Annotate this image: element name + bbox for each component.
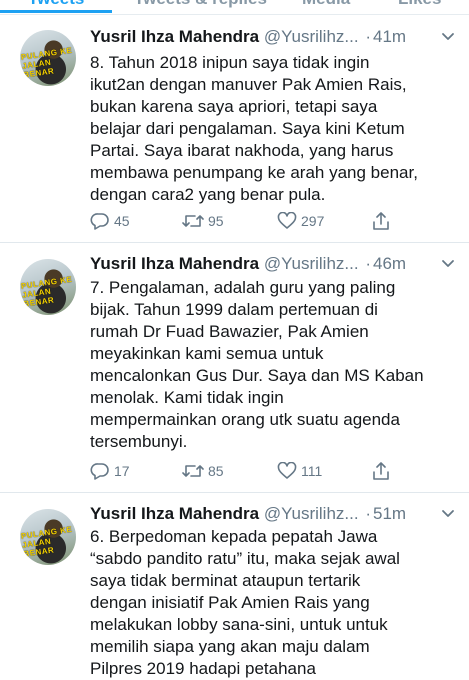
author-name[interactable]: Yusril Ihza Mahendra [90,254,259,273]
share-icon [373,462,389,480]
tweet-text-line: membawa penumpang ke arah yang benar, [90,163,418,182]
tweet-time[interactable]: 41m [373,27,406,46]
tweet-text: 8. Tahun 2018 inipun saya tidak ingin ik… [90,52,460,206]
author-handle[interactable]: @Yusrilihz... [264,27,359,46]
reply-icon [90,213,109,230]
tab-likes[interactable]: Likes [398,0,441,9]
author-name[interactable]: Yusril Ihza Mahendra [90,504,259,523]
tweet[interactable]: PULANG KE JALAN BENAR Yusril Ihza Mahend… [0,14,469,243]
tweet-text-line: melakukan lobby sana-sini, untuk untuk [90,615,388,634]
chevron-down-icon[interactable] [441,507,455,521]
separator-dot: · [365,504,371,523]
avatar-overlay-text: PULANG KE JALAN BENAR [20,45,73,80]
tweet-time[interactable]: 51m [373,504,406,523]
tweet-text-line: dengan cara2 yang benar pula. [90,185,326,204]
heart-icon [277,212,297,229]
tweet-text: 7. Pengalaman, adalah guru yang paling b… [90,277,460,453]
tweet-text-line: mencalonkan Gus Dur. Saya dan MS Kaban [90,366,424,385]
retweet-count: 85 [208,463,224,479]
tweet-text-line: meyakinkan kami semua untuk [90,344,324,363]
reply-count: 17 [114,463,130,479]
chevron-down-icon[interactable] [441,257,455,271]
retweet-icon [182,215,204,227]
tweet-text-line: belajar dari pengalaman. Saya kini Ketum [90,119,405,138]
tweet-text-line: menolak. Kami tidak ingin [90,388,284,407]
tweet-text-line: dengan inisiatif Pak Amien Rais yang [90,593,370,612]
tweet-text: 6. Berpedoman kepada pepatah Jawa “sabdo… [90,526,460,680]
tweet-text-line: Partai. Saya ibarat nakhoda, yang harus [90,141,394,160]
tab-media[interactable]: Media [302,0,350,9]
like-count: 297 [301,213,325,229]
retweet-count: 95 [208,213,224,229]
tweet-text-line: tersembunyi. [90,432,188,451]
tweet-text-line: bijak. Tahun 1999 dalam pertemuan di [90,300,378,319]
tweet-text-line: rumah Dr Fuad Bawazier, Pak Amien [90,322,369,341]
tweet-text-line: 6. Berpedoman kepada pepatah Jawa [90,527,378,546]
like-button[interactable]: 111 [277,460,322,482]
share-button[interactable] [372,460,390,482]
tweet[interactable]: PULANG KE JALAN BENAR Yusril Ihza Mahend… [0,243,469,493]
retweet-icon [182,465,204,477]
tweet-text-line: memilih siapa yang akan maju dalam [90,637,370,656]
avatar[interactable]: PULANG KE JALAN BENAR [20,509,76,565]
like-count: 111 [301,463,323,479]
tweet-text-line: “sabdo pandito ratu” itu, maka sejak awa… [90,549,400,568]
reply-count: 45 [114,213,130,229]
tweet-text-line: mempermainkan orang utk suatu agenda [90,410,400,429]
share-button[interactable] [372,210,390,232]
author-name[interactable]: Yusril Ihza Mahendra [90,27,259,46]
like-button[interactable]: 297 [277,210,324,232]
author-handle[interactable]: @Yusrilihz... [264,504,359,523]
tweet-text-line: 7. Pengalaman, adalah guru yang paling [90,278,396,297]
tweet-text-line: bukan karena saya apriori, tetapi saya [90,97,378,116]
chevron-down-icon[interactable] [441,30,455,44]
separator-dot: · [365,254,371,273]
profile-tabs: Tweets Tweets & replies Media Likes [0,0,469,15]
avatar[interactable]: PULANG KE JALAN BENAR [20,30,76,86]
heart-icon [277,462,297,479]
tweet-header: Yusril Ihza Mahendra @Yusrilihz... · 51m [90,503,406,525]
retweet-button[interactable]: 95 [182,210,224,232]
author-handle[interactable]: @Yusrilihz... [264,254,359,273]
tweet-header: Yusril Ihza Mahendra @Yusrilihz... · 41m [90,26,406,48]
avatar-overlay-text: PULANG KE JALAN BENAR [20,274,73,309]
tab-tweets-and-replies[interactable]: Tweets & replies [134,0,267,9]
tweet-text-line: saya tidak berminat ataupun tertarik [90,571,361,590]
tab-tweets[interactable]: Tweets [28,0,84,9]
tweet-header: Yusril Ihza Mahendra @Yusrilihz... · 46m [90,253,406,275]
tweet-text-line: ikut2an dengan manuver Pak Amien Rais, [90,75,407,94]
retweet-button[interactable]: 85 [182,460,224,482]
tweet-text-line: Pilpres 2019 hadapi petahana [90,659,316,678]
tweet-actions: 45 95 297 [90,210,420,232]
tweet[interactable]: PULANG KE JALAN BENAR Yusril Ihza Mahend… [0,493,469,680]
share-icon [373,212,389,230]
tweet-actions: 17 85 111 [90,460,420,482]
separator-dot: · [365,27,371,46]
tweet-text-line: 8. Tahun 2018 inipun saya tidak ingin [90,53,370,72]
reply-button[interactable]: 17 [90,460,130,482]
tweet-time[interactable]: 46m [373,254,406,273]
active-tab-indicator [0,10,112,13]
avatar[interactable]: PULANG KE JALAN BENAR [20,259,76,315]
reply-button[interactable]: 45 [90,210,130,232]
reply-icon [90,463,109,480]
avatar-overlay-text: PULANG KE JALAN BENAR [20,524,73,559]
